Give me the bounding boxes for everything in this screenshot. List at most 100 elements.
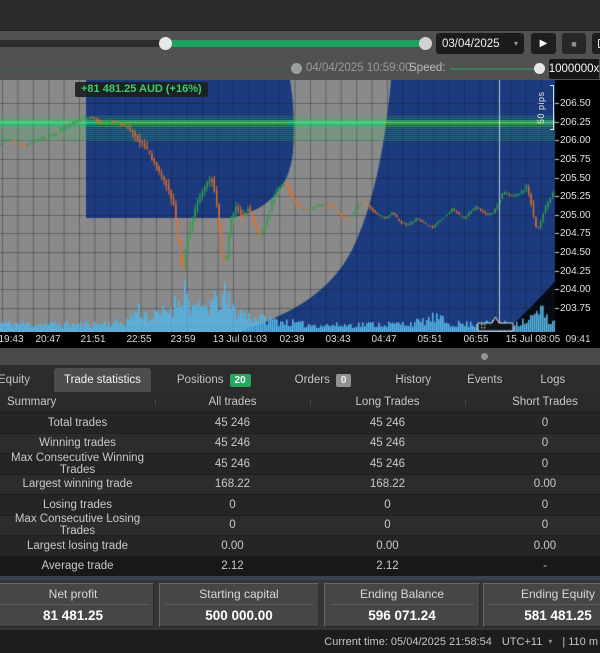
panel-divider-strip	[0, 348, 600, 365]
stop-button[interactable]: ■	[562, 33, 586, 54]
row-value: 45 246	[310, 437, 465, 449]
row-value: 0	[155, 519, 310, 531]
tab-label: Trade statistics	[64, 374, 141, 386]
calendar-button-partial[interactable]	[592, 33, 600, 54]
card-value: 81 481.25	[0, 605, 153, 626]
card-value: 596 071.24	[325, 605, 479, 626]
title-bar	[0, 0, 600, 31]
tab-events[interactable]: Events	[457, 368, 512, 392]
row-value: -	[465, 560, 600, 572]
row-value: 45 246	[155, 437, 310, 449]
time-tick-label: 22:55	[126, 334, 151, 345]
time-tick-label: 03:43	[325, 334, 350, 345]
card-label: Starting capital	[165, 584, 313, 605]
time-tick-label: 05:51	[417, 334, 442, 345]
tab-positions[interactable]: Positions20	[167, 368, 261, 392]
date-select-value: 03/04/2025	[442, 38, 500, 50]
tab-label: Equity	[0, 374, 30, 386]
row-value: 0.00	[310, 540, 465, 552]
replay-datetime: 04/04/2025 10:59:00	[306, 62, 412, 74]
timeline-progress-fill	[165, 40, 425, 47]
replay-slider-track[interactable]	[0, 68, 294, 70]
time-tick-label: 13 Jul 01:03	[213, 334, 268, 345]
price-chart[interactable]: 206.50206.25206.00205.75205.50205.25205.…	[0, 80, 600, 332]
row-label: Max Consecutive Losing Trades	[0, 513, 155, 537]
time-tick-label: 23:59	[170, 334, 195, 345]
summary-card-ending-equity: Ending Equity581 481.25	[483, 583, 600, 627]
table-row[interactable]: Largest winning trade168.22168.220.00	[0, 474, 600, 495]
speed-slider-handle[interactable]	[534, 63, 545, 74]
status-extra-text: | 110 m	[562, 636, 598, 648]
tab-equity[interactable]: Equity	[0, 368, 40, 392]
row-value: 0	[465, 458, 600, 470]
time-tick-label: 20:47	[35, 334, 60, 345]
tab-label: Events	[467, 374, 502, 386]
tab-label: Orders	[295, 374, 330, 386]
card-value: 500 000.00	[160, 605, 318, 626]
tab-logs[interactable]: Logs	[530, 368, 575, 392]
summary-card-net-profit: Net profit81 481.25	[0, 583, 154, 627]
time-tick-label: 04:47	[371, 334, 396, 345]
speed-value[interactable]: 1000000x	[549, 59, 599, 79]
tab-orders[interactable]: Orders0	[285, 368, 362, 392]
column-header: Short Trades	[465, 396, 600, 408]
card-value: 581 481.25	[484, 605, 600, 626]
row-label: Largest winning trade	[0, 478, 155, 490]
column-header: Long Trades	[310, 396, 465, 408]
row-value: 0	[155, 499, 310, 511]
timeline-start-handle[interactable]	[159, 37, 172, 50]
tab-trade-statistics[interactable]: Trade statistics	[54, 368, 151, 392]
row-value: 0	[465, 499, 600, 511]
date-select[interactable]: 03/04/2025 ▾	[436, 33, 524, 54]
table-row[interactable]: Max Consecutive Losing Trades000	[0, 515, 600, 536]
speed-label: Speed:	[409, 62, 445, 74]
table-row[interactable]: Losing trades000	[0, 494, 600, 515]
row-value: 45 246	[310, 417, 465, 429]
row-value: 0	[310, 519, 465, 531]
row-value: 0	[465, 519, 600, 531]
card-label: Ending Equity	[489, 584, 600, 605]
table-row[interactable]: Average trade2.122.12-	[0, 556, 600, 577]
row-value: 45 246	[155, 417, 310, 429]
row-label: Average trade	[0, 560, 155, 572]
table-row[interactable]: Largest losing trade0.000.000.00	[0, 535, 600, 556]
row-value: 2.12	[155, 560, 310, 572]
current-time-text: Current time: 05/04/2025 21:58:54	[324, 636, 492, 648]
timezone-select[interactable]: UTC+11	[502, 636, 542, 648]
row-value: 45 246	[310, 458, 465, 470]
row-label: Losing trades	[0, 499, 155, 511]
card-label: Net profit	[0, 584, 148, 605]
column-header: Summary	[0, 396, 155, 408]
tab-label: History	[395, 374, 431, 386]
backtest-app-window: 03/04/2025 ▾ ▶ ■ 04/04/2025 10:59:00 Spe…	[0, 0, 600, 653]
card-label: Ending Balance	[330, 584, 474, 605]
replay-slider-handle[interactable]	[291, 63, 302, 74]
chevron-down-icon: ▾	[514, 39, 518, 48]
panel-resize-handle[interactable]	[481, 353, 488, 360]
tab-history[interactable]: History	[385, 368, 441, 392]
table-row[interactable]: Max Consecutive Winning Trades45 24645 2…	[0, 453, 600, 474]
row-value: 2.12	[310, 560, 465, 572]
row-label: Largest losing trade	[0, 540, 155, 552]
summary-card-ending-balance: Ending Balance596 071.24	[324, 583, 480, 627]
column-header: All trades	[155, 396, 310, 408]
row-value: 0	[465, 417, 600, 429]
tab-label: Logs	[540, 374, 565, 386]
speed-slider-track[interactable]	[450, 68, 534, 70]
candlestick-canvas[interactable]	[0, 80, 600, 332]
row-value: 168.22	[155, 478, 310, 490]
pips-bracket-line	[550, 85, 554, 130]
timeline-position-handle[interactable]	[419, 37, 432, 50]
time-axis: 19:4320:4721:5122:5523:5913 Jul 01:0302:…	[0, 332, 600, 348]
row-label: Max Consecutive Winning Trades	[0, 452, 155, 476]
time-tick-label: 21:51	[80, 334, 105, 345]
time-tick-label: 02:39	[279, 334, 304, 345]
play-button[interactable]: ▶	[531, 33, 556, 54]
bottom-panel-tabs: Equity Trade statistics Positions20 Orders0…	[0, 365, 600, 392]
table-row[interactable]: Winning trades45 24645 2460	[0, 433, 600, 454]
time-tick-label: 06:55	[463, 334, 488, 345]
table-row[interactable]: Total trades45 24645 2460	[0, 412, 600, 433]
time-tick-label: 09:41	[565, 334, 590, 345]
row-value: 0.00	[465, 540, 600, 552]
row-value: 45 246	[155, 458, 310, 470]
